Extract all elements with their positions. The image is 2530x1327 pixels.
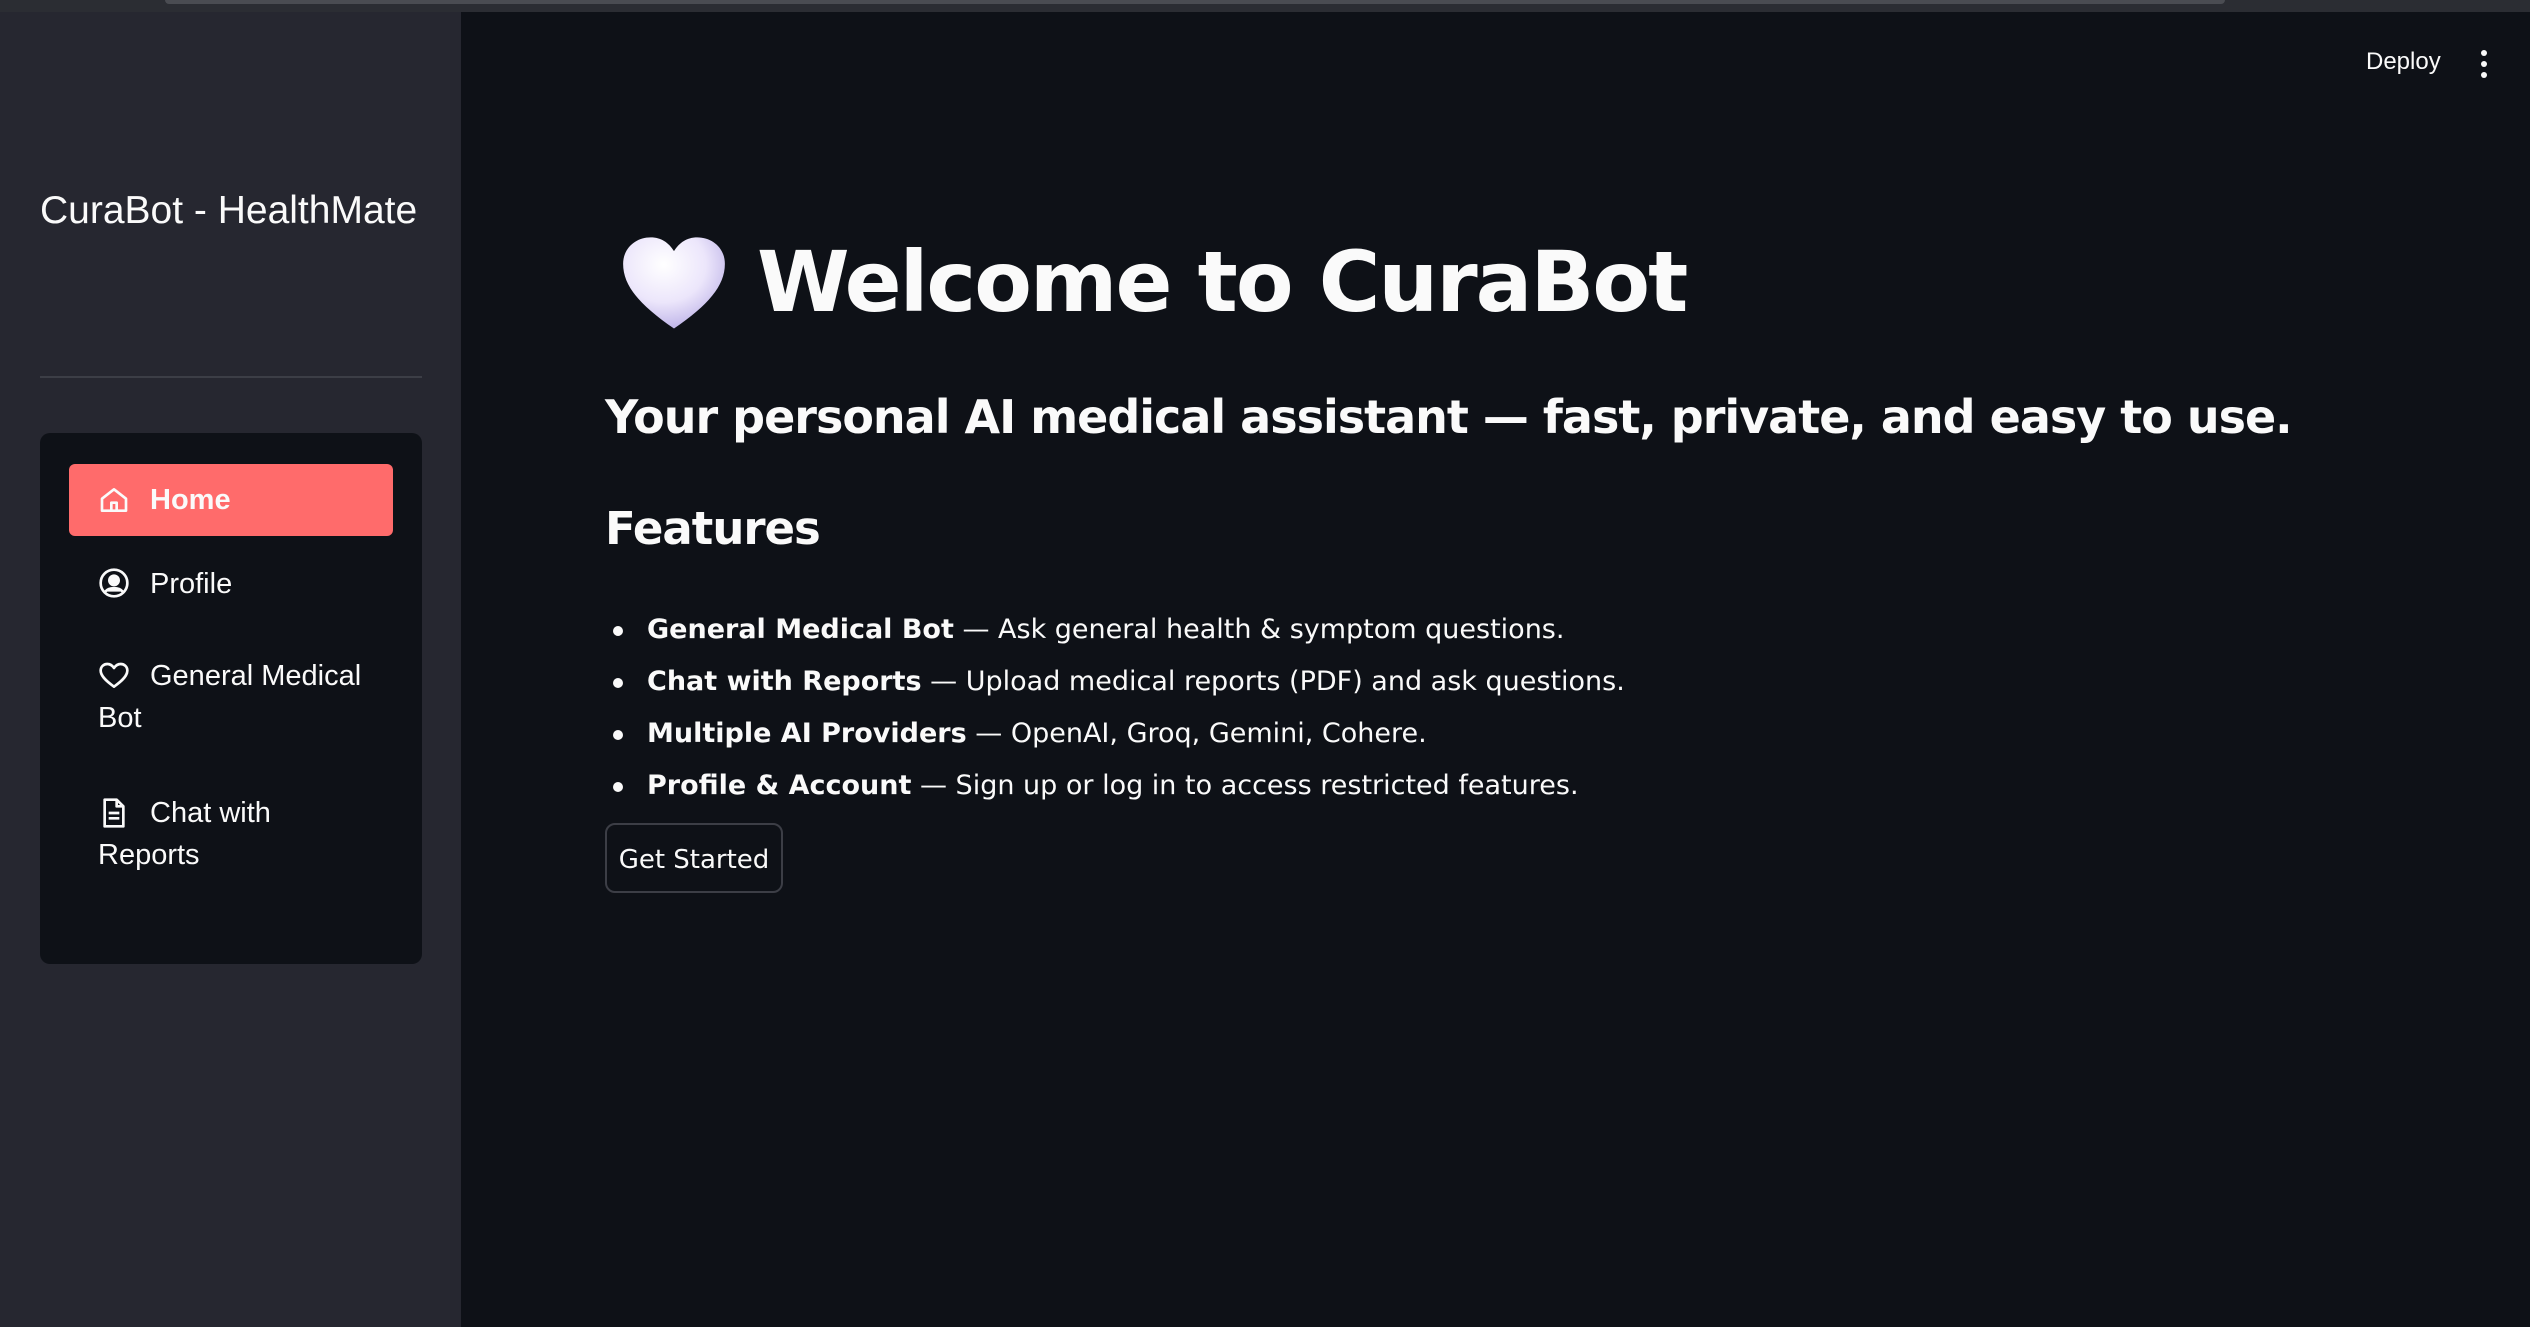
user-circle-icon — [99, 568, 129, 598]
feature-name: General Medical Bot — [647, 614, 954, 645]
sidebar: CuraBot - HealthMate Home Profile Genera… — [0, 12, 461, 1327]
list-item: Profile & Account — Sign up or log in to… — [605, 760, 2305, 812]
more-menu-icon[interactable] — [2479, 50, 2489, 80]
nav-item-label-line2: Reports — [98, 839, 200, 871]
nav-item-label: Profile — [150, 568, 233, 600]
list-item: Chat with Reports — Upload medical repor… — [605, 656, 2305, 708]
feature-desc: — OpenAI, Groq, Gemini, Cohere. — [966, 718, 1427, 749]
nav-item-label-line2: Bot — [98, 702, 142, 734]
feature-name: Profile & Account — [647, 770, 912, 801]
nav-item-general-medical-bot[interactable]: General Medical Bot — [69, 649, 393, 745]
nav-menu: Home Profile General Medical Bot Chat wi… — [40, 433, 422, 964]
deploy-button[interactable]: Deploy — [2366, 48, 2441, 76]
nav-item-label: Home — [150, 484, 231, 516]
browser-top-strip — [0, 0, 2530, 12]
feature-desc: — Sign up or log in to access restricted… — [911, 770, 1579, 801]
nav-item-profile[interactable]: Profile — [69, 557, 393, 617]
heart-outline-icon — [99, 662, 129, 688]
page-title-text: Welcome to CuraBot — [757, 233, 1688, 331]
document-icon — [103, 798, 125, 828]
home-icon — [100, 488, 128, 512]
features-heading: Features — [605, 502, 821, 555]
nav-item-label-line1: Chat with — [150, 797, 271, 829]
list-item: Multiple AI Providers — OpenAI, Groq, Ge… — [605, 708, 2305, 760]
page-subtitle: Your personal AI medical assistant — fas… — [605, 390, 2293, 444]
features-list: General Medical Bot — Ask general health… — [605, 604, 2305, 812]
feature-desc: — Ask general health & symptom questions… — [953, 614, 1565, 645]
main-content: Deploy Welcome to CuraBot Your personal … — [461, 12, 2530, 1327]
nav-item-chat-with-reports[interactable]: Chat with Reports — [69, 786, 393, 882]
feature-name: Multiple AI Providers — [647, 718, 967, 749]
sidebar-divider — [40, 376, 422, 378]
nav-item-label-line1: General Medical — [150, 660, 362, 692]
feature-name: Chat with Reports — [647, 666, 922, 697]
browser-tab-bar — [165, 0, 2225, 4]
get-started-button[interactable]: Get Started — [605, 823, 783, 893]
app-brand: CuraBot - HealthMate — [40, 189, 418, 232]
list-item: General Medical Bot — Ask general health… — [605, 604, 2305, 656]
nav-item-home[interactable]: Home — [69, 464, 393, 536]
heart-emoji-icon — [623, 237, 725, 329]
feature-desc: — Upload medical reports (PDF) and ask q… — [921, 666, 1625, 697]
